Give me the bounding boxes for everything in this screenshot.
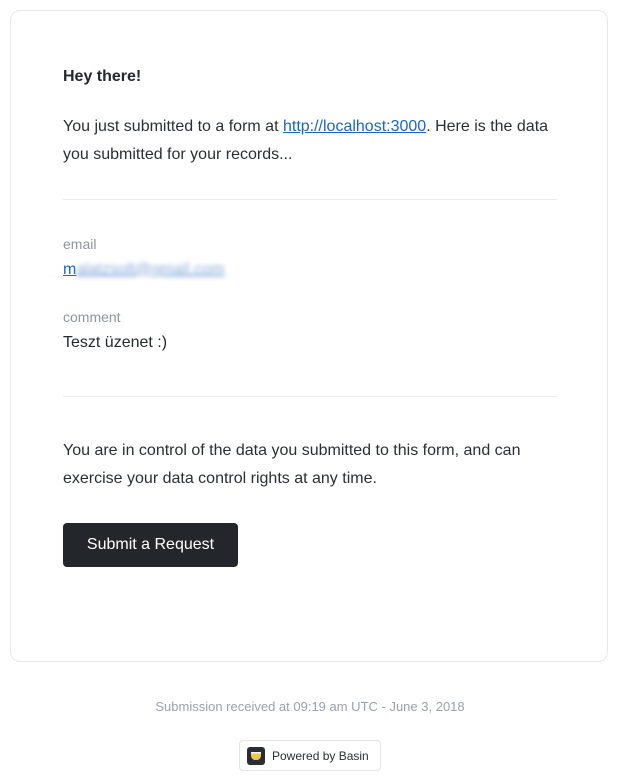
email-field-label: email bbox=[63, 236, 97, 252]
comment-field-value: Teszt üzenet :) bbox=[63, 334, 168, 351]
email-card: Hey there! You just submitted to a form … bbox=[10, 10, 608, 662]
basin-logo-icon bbox=[247, 746, 265, 765]
email-field-value: malatzsolt@gmail.com bbox=[63, 260, 557, 280]
divider-bottom bbox=[63, 396, 557, 397]
email-value-link[interactable]: malatzsolt@gmail.com bbox=[63, 261, 224, 278]
email-visible-part: m bbox=[63, 261, 77, 278]
intro-prefix: You just submitted to a form at bbox=[63, 118, 283, 135]
submit-request-button[interactable]: Submit a Request bbox=[63, 523, 238, 567]
divider-top bbox=[63, 199, 557, 200]
comment-field-label: comment bbox=[63, 309, 121, 325]
powered-by-label: Powered by Basin bbox=[272, 748, 369, 763]
data-control-paragraph: You are in control of the data you submi… bbox=[63, 442, 521, 487]
submission-timestamp: Submission received at 09:19 am UTC - Ju… bbox=[155, 699, 465, 714]
greeting-heading: Hey there! bbox=[63, 68, 142, 85]
intro-paragraph: You just submitted to a form at http://l… bbox=[63, 113, 557, 169]
email-blurred-part: alatzsolt@gmail.com bbox=[76, 261, 225, 278]
powered-by-basin-badge[interactable]: Powered by Basin bbox=[239, 740, 381, 771]
form-origin-link[interactable]: http://localhost:3000 bbox=[283, 118, 426, 135]
